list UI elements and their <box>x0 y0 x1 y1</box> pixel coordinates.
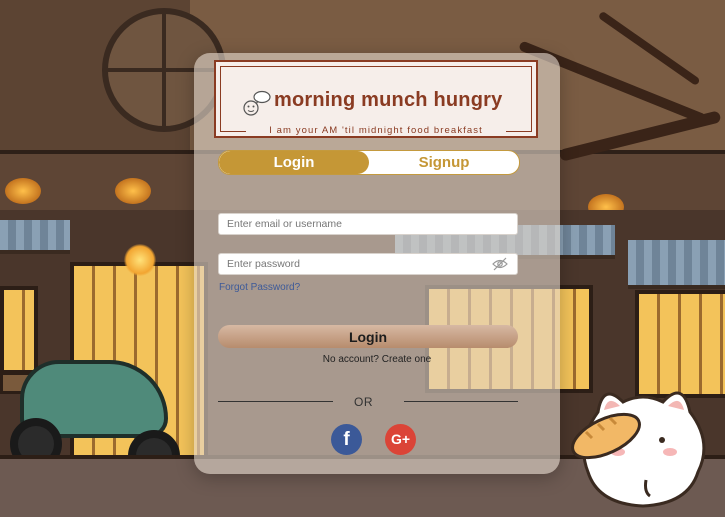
wall-lamp-icon <box>5 178 41 204</box>
cat-mascot-icon <box>571 391 706 508</box>
facebook-icon: f <box>343 429 350 450</box>
bubble-face-icon <box>243 90 271 116</box>
wall-lamp-icon <box>115 178 151 204</box>
awning <box>0 220 70 254</box>
divider-right <box>404 401 518 402</box>
shop-window <box>0 286 38 374</box>
tab-login[interactable]: Login <box>219 151 369 174</box>
hanging-lamp-icon <box>124 244 156 276</box>
brand-title: morning munch hungry <box>274 89 503 111</box>
facebook-login-button[interactable]: f <box>331 424 362 455</box>
create-account-link-row: No account? Create one <box>194 354 560 365</box>
login-card: morning munch hungry I am your AM 'til m… <box>194 53 560 474</box>
divider-left <box>218 401 333 402</box>
or-divider-label: OR <box>354 395 373 409</box>
eye-slash-icon[interactable] <box>492 257 508 271</box>
tab-signup[interactable]: Signup <box>369 151 519 174</box>
brand-tagline: I am your AM 'til midnight food breakfas… <box>246 125 506 136</box>
create-account-link[interactable]: No account? Create one <box>323 354 431 365</box>
awning <box>628 240 725 289</box>
brand-logo: morning munch hungry I am your AM 'til m… <box>214 60 538 138</box>
forgot-password-link[interactable]: Forgot Password? <box>219 282 300 293</box>
email-field[interactable] <box>218 213 518 235</box>
google-login-button[interactable]: G+ <box>385 424 416 455</box>
google-plus-icon: G+ <box>390 431 411 447</box>
login-button[interactable]: Login <box>218 325 518 348</box>
password-field[interactable] <box>218 253 518 275</box>
auth-toggle: Login Signup <box>218 150 520 175</box>
